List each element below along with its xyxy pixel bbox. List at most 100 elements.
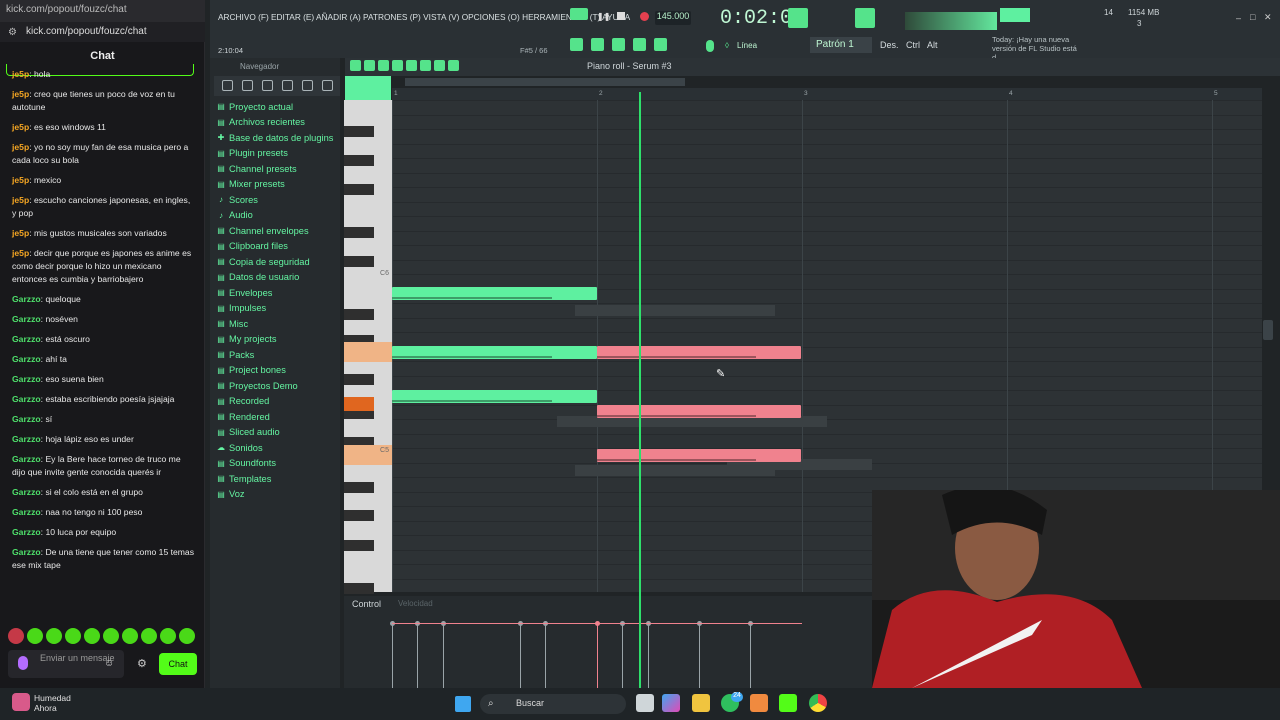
mixer-icon[interactable] [654, 38, 667, 51]
browser-folder[interactable]: ▤ Clipboard files [216, 239, 340, 255]
overview-scrollbar[interactable] [405, 78, 685, 86]
fl-menu-bar[interactable]: ARCHIVO (F) EDITAR (E) AÑADIR (A) PATRON… [218, 12, 630, 22]
pattern-mode-toggle[interactable] [570, 8, 588, 20]
mic-icon[interactable] [18, 656, 28, 670]
velocity-stem[interactable] [648, 623, 649, 688]
browser-folder[interactable]: ☁ Sonidos [216, 440, 340, 456]
browser-folder[interactable]: ▤ Channel envelopes [216, 223, 340, 239]
velocity-stem[interactable] [750, 623, 751, 688]
pause-icon[interactable]: ❚❚ [597, 12, 610, 21]
star-icon[interactable] [322, 80, 333, 91]
pattern-selector[interactable]: Patrón 1 [810, 37, 872, 53]
browser-folder[interactable]: ▤ Datos de usuario [216, 270, 340, 286]
chat-username[interactable]: Garzzo [12, 394, 41, 404]
select-tool-icon[interactable] [420, 60, 431, 71]
black-key[interactable] [344, 184, 374, 195]
chat-username[interactable]: Garzzo [12, 294, 41, 304]
chat-send-button[interactable]: Chat [159, 653, 197, 675]
record-icon[interactable] [640, 12, 649, 21]
velocity-stem[interactable] [597, 623, 598, 688]
plus-icon[interactable] [222, 80, 233, 91]
browser-folder[interactable]: ▤ Rendered [216, 409, 340, 425]
settings-icon[interactable]: ⚙ [8, 27, 18, 38]
browser-folder[interactable]: ▤ Archivos recientes [216, 115, 340, 131]
channel-rack-icon[interactable] [591, 38, 604, 51]
velocity-stem[interactable] [392, 623, 393, 688]
piano-roll-icon[interactable] [612, 38, 625, 51]
browser-folder[interactable]: ✚ Base de datos de plugins [216, 130, 340, 146]
chat-username[interactable]: Garzzo [12, 434, 41, 444]
chat-username[interactable]: je5p [12, 248, 29, 258]
velocity-stem[interactable] [699, 623, 700, 688]
fl-studio-icon[interactable] [750, 694, 768, 712]
browser-folder[interactable]: ▤ Templates [216, 471, 340, 487]
chat-username[interactable]: Garzzo [12, 374, 41, 384]
emote-icon[interactable] [46, 628, 62, 644]
emote-icon[interactable] [179, 628, 195, 644]
taskbar-search[interactable]: Buscar [480, 694, 626, 714]
alt-button[interactable]: Alt [927, 40, 938, 50]
vertical-scrollbar[interactable] [1263, 320, 1273, 340]
piano-roll-note[interactable] [392, 390, 597, 403]
black-key[interactable] [344, 583, 374, 594]
chat-username[interactable]: je5p [12, 142, 29, 152]
piano-roll-note[interactable] [597, 346, 801, 359]
playhead[interactable] [639, 92, 641, 688]
velocity-stem[interactable] [622, 623, 623, 688]
time-ruler[interactable]: 1 2 3 4 5 [392, 88, 1262, 100]
black-key[interactable] [344, 155, 374, 166]
chat-username[interactable]: je5p [12, 69, 29, 79]
chat-username[interactable]: je5p [12, 228, 29, 238]
browser-folder[interactable]: ♪ Audio [216, 208, 340, 224]
browser-folder[interactable]: ▤ Copia de seguridad [216, 254, 340, 270]
black-key[interactable] [344, 374, 374, 385]
stop-icon[interactable] [617, 12, 625, 20]
piano-roll-note[interactable] [392, 287, 597, 300]
black-key[interactable] [344, 540, 374, 551]
browser-folder[interactable]: ▤ Envelopes [216, 285, 340, 301]
chat-username[interactable]: Garzzo [12, 314, 41, 324]
velocity-stem[interactable] [545, 623, 546, 688]
piano-roll-note[interactable] [392, 346, 597, 359]
browser-folder[interactable]: ▤ Plugin presets [216, 146, 340, 162]
black-key[interactable] [344, 309, 374, 320]
browser-folder[interactable]: ▤ Sliced audio [216, 425, 340, 441]
minimize-icon[interactable]: – [1236, 13, 1241, 23]
browser-folder[interactable]: ▤ Voz [216, 487, 340, 503]
browser-icon[interactable] [633, 38, 646, 51]
emote-icon[interactable] [27, 628, 43, 644]
black-key[interactable] [344, 227, 374, 238]
snap-mode[interactable]: Línea [737, 41, 757, 50]
weather-widget[interactable]: Humedad Ahora [34, 693, 71, 713]
back-icon[interactable] [262, 80, 273, 91]
browser-folder[interactable]: ▤ Proyecto actual [216, 99, 340, 115]
browser-folder[interactable]: ▤ Recorded [216, 394, 340, 410]
file-icon[interactable] [242, 80, 253, 91]
tempo-display[interactable]: 145.000 [655, 11, 691, 25]
emote-icon[interactable] [8, 628, 24, 644]
browser-folder[interactable]: ▤ Impulses [216, 301, 340, 317]
zoom-tool-icon[interactable] [434, 60, 445, 71]
undo-button[interactable]: Des. [880, 40, 899, 50]
metronome-icon[interactable] [788, 8, 808, 28]
chat-username[interactable]: Garzzo [12, 454, 41, 464]
highlighted-key[interactable] [344, 397, 374, 411]
emote-icon[interactable] [160, 628, 176, 644]
chat-username[interactable]: Garzzo [12, 414, 41, 424]
piano-roll-note[interactable] [597, 405, 801, 418]
file-explorer-icon[interactable] [692, 694, 710, 712]
browser-folder[interactable]: ▤ Soundfonts [216, 456, 340, 472]
chrome-icon[interactable] [809, 694, 827, 712]
start-button-icon[interactable] [455, 696, 471, 712]
browser-folder[interactable]: ▤ Misc [216, 316, 340, 332]
browser-address-bar[interactable]: kick.com/popout/fouzc/chat [0, 22, 205, 42]
chat-username[interactable]: Garzzo [12, 507, 41, 517]
emote-icon[interactable] [122, 628, 138, 644]
velocity-stem[interactable] [417, 623, 418, 688]
velocity-stem[interactable] [520, 623, 521, 688]
chat-username[interactable]: Garzzo [12, 354, 41, 364]
chat-settings-icon[interactable]: ⚙ [137, 657, 149, 670]
browser-folder[interactable]: ▤ Mixer presets [216, 177, 340, 193]
chat-username[interactable]: je5p [12, 89, 29, 99]
cloud-icon[interactable] [302, 80, 313, 91]
